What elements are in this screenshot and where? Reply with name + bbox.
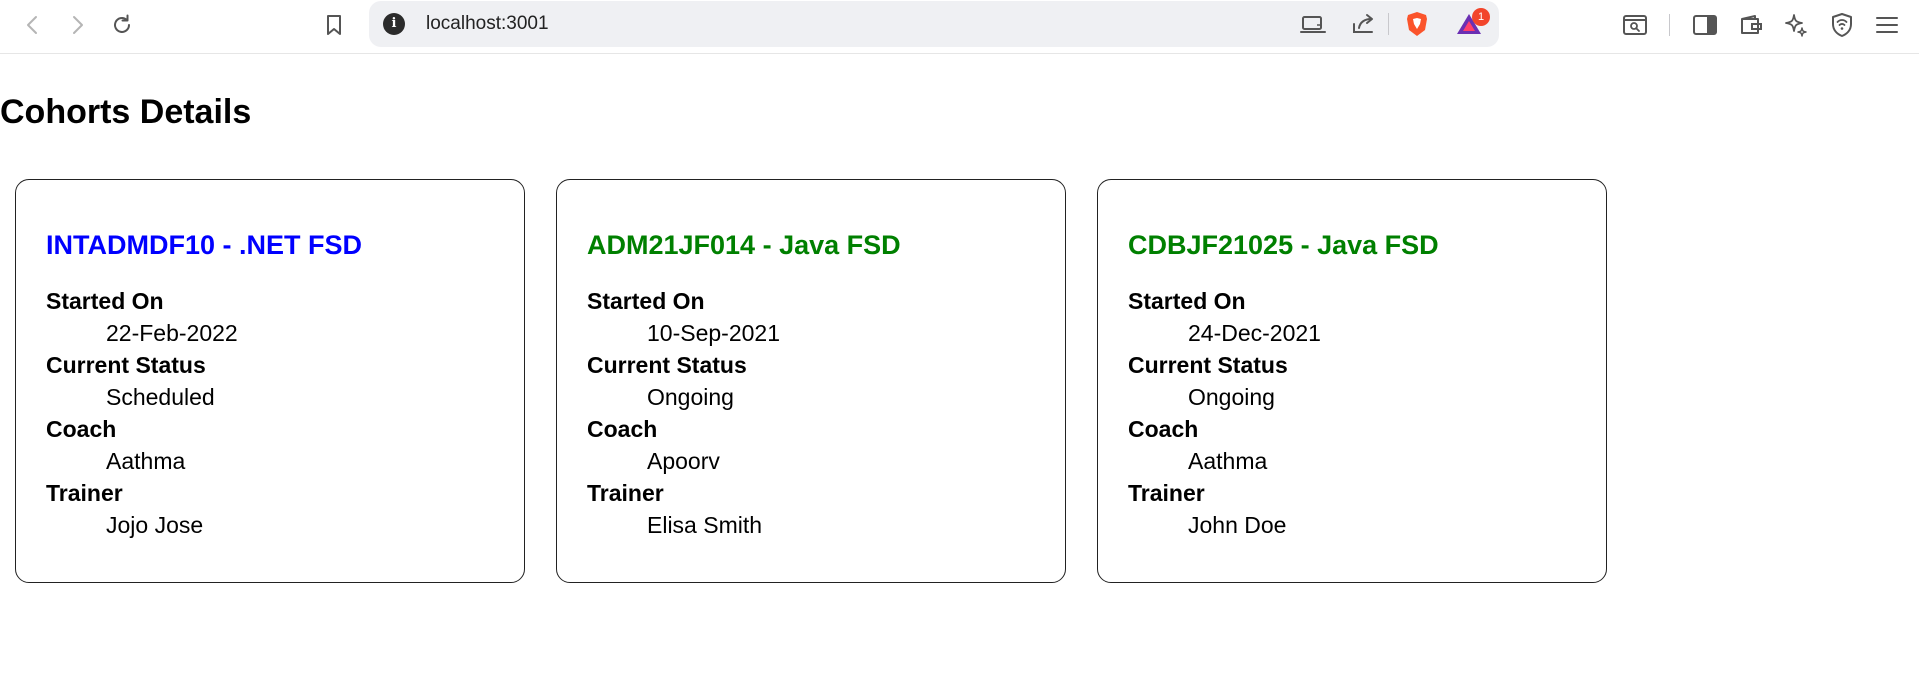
started-on-value: 10-Sep-2021 xyxy=(647,320,780,346)
site-info-icon[interactable]: i xyxy=(383,13,405,35)
address-bar[interactable]: i localhost:3001 1 xyxy=(369,1,1499,47)
wallet-icon[interactable] xyxy=(1736,10,1766,40)
page-title: Cohorts Details xyxy=(0,93,252,131)
bookmark-icon[interactable] xyxy=(319,10,349,40)
cast-icon[interactable] xyxy=(1298,9,1328,39)
started-on-value: 24-Dec-2021 xyxy=(1188,320,1321,346)
trainer-label: Trainer xyxy=(587,480,664,506)
cohort-card: ADM21JF014 - Java FSD Started On 10-Sep-… xyxy=(556,179,1066,583)
cohort-cards: INTADMDF10 - .NET FSD Started On 22-Feb-… xyxy=(15,179,1607,583)
current-status-value: Ongoing xyxy=(647,384,734,410)
share-icon[interactable] xyxy=(1349,9,1379,39)
tab-search-icon[interactable] xyxy=(1620,10,1650,40)
toolbar-separator xyxy=(1669,14,1670,36)
coach-value: Apoorv xyxy=(647,448,720,474)
cohort-title: CDBJF21025 - Java FSD xyxy=(1128,230,1439,260)
forward-icon[interactable] xyxy=(62,10,92,40)
current-status-value: Scheduled xyxy=(106,384,215,410)
started-on-label: Started On xyxy=(587,288,705,314)
rewards-badge: 1 xyxy=(1472,8,1490,26)
cohort-card: INTADMDF10 - .NET FSD Started On 22-Feb-… xyxy=(15,179,525,583)
current-status-value: Ongoing xyxy=(1188,384,1275,410)
url-text[interactable]: localhost:3001 xyxy=(426,13,549,35)
coach-label: Coach xyxy=(587,416,658,442)
menu-icon[interactable] xyxy=(1872,10,1902,40)
cohort-title: INTADMDF10 - .NET FSD xyxy=(46,230,362,260)
coach-value: Aathma xyxy=(1188,448,1268,474)
trainer-value: Jojo Jose xyxy=(106,512,204,538)
trainer-label: Trainer xyxy=(46,480,123,506)
url-separator xyxy=(1388,13,1389,35)
sidebar-icon[interactable] xyxy=(1690,10,1720,40)
vpn-icon[interactable] xyxy=(1827,10,1857,40)
cohort-title: ADM21JF014 - Java FSD xyxy=(587,230,901,260)
browser-toolbar: i localhost:3001 1 xyxy=(0,0,1919,54)
started-on-value: 22-Feb-2022 xyxy=(106,320,238,346)
current-status-label: Current Status xyxy=(46,352,206,378)
cohort-details: Started On 24-Dec-2021 Current Status On… xyxy=(1128,285,1576,541)
cohort-details: Started On 10-Sep-2021 Current Status On… xyxy=(587,285,1035,541)
brave-shields-icon[interactable] xyxy=(1402,9,1432,39)
coach-label: Coach xyxy=(1128,416,1199,442)
coach-label: Coach xyxy=(46,416,117,442)
trainer-label: Trainer xyxy=(1128,480,1205,506)
reload-icon[interactable] xyxy=(107,10,137,40)
trainer-value: Elisa Smith xyxy=(647,512,763,538)
current-status-label: Current Status xyxy=(1128,352,1288,378)
coach-value: Aathma xyxy=(106,448,186,474)
leo-ai-icon[interactable] xyxy=(1781,10,1811,40)
cohort-details: Started On 22-Feb-2022 Current Status Sc… xyxy=(46,285,494,541)
back-icon[interactable] xyxy=(18,10,48,40)
started-on-label: Started On xyxy=(46,288,164,314)
cohort-card: CDBJF21025 - Java FSD Started On 24-Dec-… xyxy=(1097,179,1607,583)
trainer-value: John Doe xyxy=(1188,512,1287,538)
started-on-label: Started On xyxy=(1128,288,1246,314)
current-status-label: Current Status xyxy=(587,352,747,378)
